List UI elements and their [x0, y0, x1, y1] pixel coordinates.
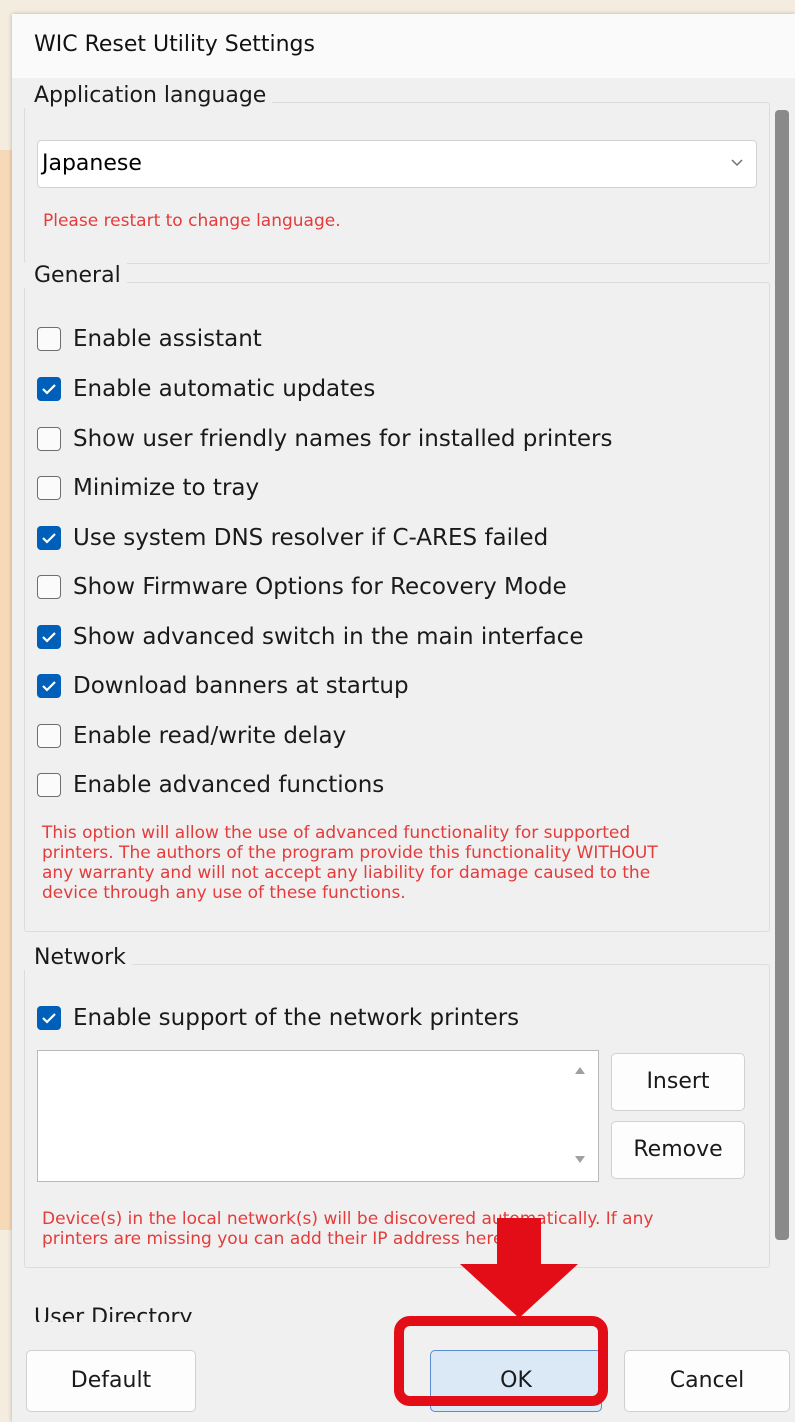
title-bar: WIC Reset Utility Settings [12, 14, 795, 78]
checkmark-icon [42, 1013, 56, 1024]
insert-button[interactable]: Insert [611, 1053, 745, 1111]
remove-button[interactable]: Remove [611, 1121, 745, 1179]
scroll-down-arrow-icon[interactable] [574, 1155, 586, 1165]
advanced-warning-line: This option will allow the use of advanc… [42, 823, 631, 843]
general-group: General Enable assistant Enable automatic… [24, 263, 770, 932]
cancel-button[interactable]: Cancel [624, 1350, 790, 1412]
dialog-title: WIC Reset Utility Settings [34, 32, 315, 57]
checkmark-icon [42, 384, 56, 395]
language-restart-note: Please restart to change language. [43, 211, 341, 231]
vertical-scrollbar[interactable] [775, 110, 789, 1240]
checkbox-box[interactable] [37, 1006, 61, 1030]
annotation-arrow-icon [460, 1218, 578, 1318]
checkbox-label: Enable advanced functions [73, 772, 385, 798]
network-group: Network Enable support of the network pr… [24, 945, 770, 1268]
checkbox-box[interactable] [37, 625, 61, 649]
checkbox-label: Use system DNS resolver if C-ARES failed [73, 525, 549, 551]
checkbox-box[interactable] [37, 377, 61, 401]
checkmark-icon [42, 681, 56, 692]
default-button-label: Default [70, 1368, 152, 1393]
advanced-warning: This option will allow the use of advanc… [42, 823, 658, 903]
network-group-title: Network [24, 945, 132, 970]
checkbox-label: Enable support of the network printers [73, 1005, 520, 1031]
remove-button-label: Remove [633, 1137, 723, 1162]
checkbox-label: Show Firmware Options for Recovery Mode [73, 574, 567, 600]
insert-button-label: Insert [646, 1069, 710, 1094]
settings-dialog: WIC Reset Utility Settings Application l… [12, 14, 795, 1422]
cancel-button-label: Cancel [669, 1368, 745, 1393]
checkbox-box[interactable] [37, 327, 61, 351]
checkbox-box[interactable] [37, 724, 61, 748]
advanced-warning-line: device through any use of these function… [42, 883, 406, 903]
default-button[interactable]: Default [26, 1350, 196, 1412]
language-select[interactable]: Japanese [37, 140, 757, 188]
checkmark-icon [42, 632, 56, 643]
checkbox-box[interactable] [37, 773, 61, 797]
checkbox-label: Enable read/write delay [73, 723, 347, 749]
checkbox-box[interactable] [37, 674, 61, 698]
language-select-value: Japanese [42, 151, 142, 176]
advanced-warning-line: any warranty and will not accept any lia… [42, 863, 651, 883]
checkbox-box[interactable] [37, 526, 61, 550]
checkbox-label: Minimize to tray [73, 475, 260, 501]
checkbox-label: Enable automatic updates [73, 376, 376, 402]
checkbox-box[interactable] [37, 476, 61, 500]
checkmark-icon [42, 533, 56, 544]
checkbox-label: Enable assistant [73, 326, 262, 352]
checkbox-box[interactable] [37, 575, 61, 599]
scroll-up-arrow-icon[interactable] [574, 1065, 586, 1075]
annotation-highlight-ring [394, 1316, 608, 1406]
network-printer-list[interactable] [37, 1050, 599, 1182]
checkbox-label: Show user friendly names for installed p… [73, 426, 613, 452]
language-group-title: Application language [24, 83, 273, 108]
checkbox-label: Download banners at startup [73, 673, 409, 699]
language-group: Application language Japanese Please res… [24, 83, 770, 264]
general-group-title: General [24, 263, 127, 288]
checkbox-label: Show advanced switch in the main interfa… [73, 624, 584, 650]
advanced-warning-line: printers. The authors of the program pro… [42, 843, 658, 863]
chevron-down-icon [731, 159, 743, 167]
checkbox-box[interactable] [37, 427, 61, 451]
